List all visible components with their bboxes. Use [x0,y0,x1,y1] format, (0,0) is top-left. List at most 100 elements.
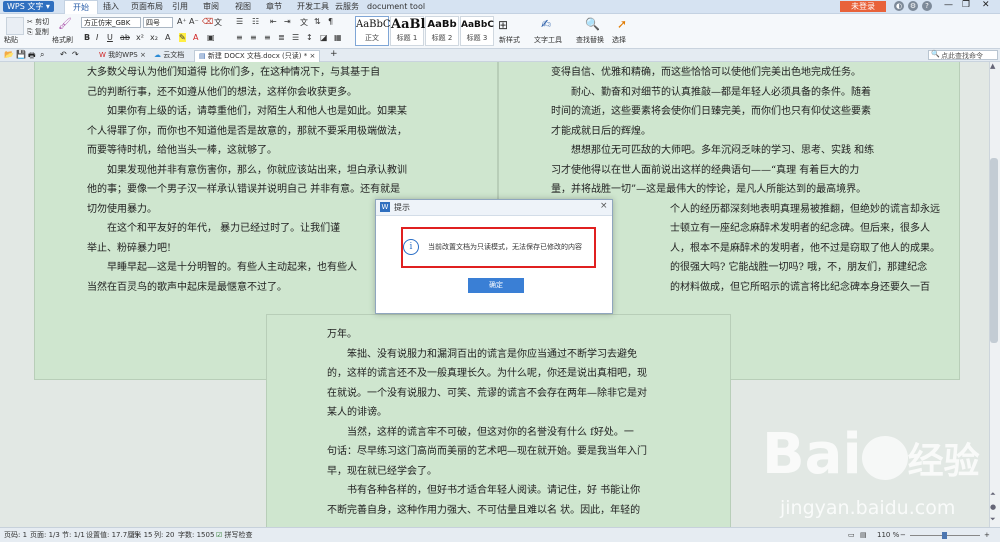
grow-font-icon[interactable]: A⁺ [177,17,187,26]
font-size-select[interactable]: 四号 [143,17,173,28]
char-border-icon[interactable]: ▣ [207,33,215,42]
open-folder-icon[interactable]: 📂 [4,50,14,59]
text-tools-icon[interactable]: ✍ [541,17,551,31]
tab-insert[interactable]: 插入 [103,0,119,13]
align-center-icon[interactable]: ≡ [250,33,257,42]
skin-icon[interactable]: ◐ [894,1,904,11]
subscript-icon[interactable]: x₂ [150,33,158,42]
shading-icon[interactable]: ◪ [320,33,328,42]
find-replace-button[interactable]: 查找替换 [576,35,604,45]
align-right-icon[interactable]: ≡ [264,33,271,42]
copy-button[interactable]: ⎘ 复制 [27,27,49,37]
font-family-select[interactable]: 方正仿宋_GBK [81,17,141,28]
zoom-in-icon[interactable]: + [984,528,990,542]
find-replace-icon[interactable]: 🔍 [585,17,600,31]
status-spell-check[interactable]: ☑ 拼写检查 [216,528,253,542]
tab-chapter[interactable]: 章节 [266,0,282,13]
new-style-button[interactable]: 新样式 [499,35,520,45]
tab-cloud-doc[interactable]: ☁ 云文档 [150,50,188,61]
new-tab-icon[interactable]: + [330,49,338,59]
style-heading-1[interactable]: AaBl 标题 1 [390,16,425,46]
redo-icon[interactable]: ↷ [72,50,79,59]
bold-icon[interactable]: B [84,33,90,42]
status-section: 节: 1/1 [62,531,85,539]
view-page-icon[interactable]: ▭ [848,528,855,542]
sort-icon[interactable]: ⇅ [314,17,321,26]
style-normal[interactable]: AaBbC 正文 [355,16,391,46]
login-button[interactable]: 未登录 [840,1,886,12]
text-line: 耐心、勤奋和对细节的认真推敲—都是年轻人必须具备的条件。随着 [551,86,871,98]
select-icon[interactable]: ➚ [617,17,627,31]
tab-review[interactable]: 审阅 [203,0,219,13]
save-icon[interactable]: 💾 [16,50,26,59]
status-pages[interactable]: 页面: 1/3 [30,528,60,542]
dialog-close-icon[interactable]: × [600,201,608,211]
style-gallery-more-icon[interactable]: ⊞ [498,18,508,32]
ok-button[interactable]: 确定 [468,278,524,293]
border-icon[interactable]: ▦ [334,33,342,42]
tab-developer[interactable]: 开发工具 [297,0,329,13]
font-color-icon[interactable]: A [193,33,198,42]
scrollbar-thumb[interactable] [990,158,998,343]
align-left-icon[interactable]: ≡ [236,33,243,42]
tab-document-tool[interactable]: document tool [367,0,425,13]
maximize-icon[interactable]: ❐ [962,0,970,10]
superscript-icon[interactable]: x² [136,33,144,42]
status-word-count[interactable]: 字数: 1505 [178,528,214,542]
increase-indent-icon[interactable]: ⇥ [284,17,291,26]
tab-current-document[interactable]: ▤ 新建 DOCX 文档.docx (只读) * × [194,50,321,62]
minimize-icon[interactable]: — [944,0,953,10]
close-icon[interactable]: ✕ [982,0,990,10]
select-button[interactable]: 选择 [612,35,626,45]
style-heading-2[interactable]: AaBb 标题 2 [425,16,459,46]
bullet-list-icon[interactable]: ☰ [236,17,243,26]
page-bottom[interactable]: 万年。 笨拙、没有说服力和漏洞百出的谎言是你应当通过不断学习去避免 的，这样的谎… [266,314,731,527]
doc-icon: ▤ [199,52,206,60]
view-web-icon[interactable]: ▤ [860,528,867,542]
zoom-out-icon[interactable]: − [900,528,906,542]
tab-home[interactable]: 开始 [64,0,98,14]
format-painter-button[interactable]: 格式刷 [52,35,73,45]
text-line: 如果你有上级的话，请尊重他们，对陌生人和他人也是如此。如果某 [87,106,407,117]
print-preview-icon[interactable]: ⌕ [40,50,44,60]
help-icon[interactable]: ? [922,1,932,11]
numbered-list-icon[interactable]: ☷ [252,17,259,26]
settings-icon[interactable]: ⚙ [908,1,918,11]
cut-button[interactable]: ✂ 剪切 [27,17,49,27]
close-tab-icon[interactable]: × [309,52,315,60]
scroll-up-icon[interactable]: ▲ [990,62,995,70]
tab-references[interactable]: 引用 [172,0,188,13]
italic-icon[interactable]: I [96,33,98,42]
distribute-icon[interactable]: ☰ [292,33,299,42]
line-spacing-icon[interactable]: ↕ [306,33,313,42]
dialog-title-bar: W 提示 × [376,200,612,216]
tab-my-wps[interactable]: W 我的WPS × [95,50,150,61]
close-tab-icon[interactable]: × [140,51,146,59]
paste-button[interactable]: 粘贴 [4,35,18,45]
format-painter-icon[interactable]: 🖌 [58,17,72,30]
highlight-icon[interactable]: ✎ [179,33,186,42]
text-tools-button[interactable]: 文字工具 [534,35,562,45]
zoom-slider-handle[interactable] [942,532,947,539]
clear-format-icon[interactable]: ⌫ [202,17,213,26]
paste-icon[interactable] [6,17,24,35]
text-line: 在这个和平友好的年代， 暴力已经过时了。让我们谨 [87,223,341,234]
justify-icon[interactable]: ≣ [278,33,285,42]
decrease-indent-icon[interactable]: ⇤ [270,17,277,26]
tab-view[interactable]: 视图 [235,0,251,13]
prompt-dialog: W 提示 × i 当前改置文档为只读模式，无法保存已修改的内容 确定 [375,199,613,314]
tab-page-layout[interactable]: 页面布局 [131,0,163,13]
underline-icon[interactable]: U [107,33,113,42]
text-effect-icon[interactable]: A [165,33,170,42]
show-marks-icon[interactable]: ¶ [328,17,333,26]
phonetic-icon[interactable]: 文 [214,17,222,28]
strikethrough-icon[interactable]: ab [120,33,130,42]
shrink-font-icon[interactable]: A⁻ [189,17,199,26]
tab-cloud-service[interactable]: 云服务 [335,0,359,13]
wps-app-menu[interactable]: WPS 文字 ▾ [3,1,54,12]
zoom-level[interactable]: 110 % [877,528,899,542]
style-sample: AaBb [427,19,457,30]
chinese-layout-icon[interactable]: 文 [300,17,308,28]
undo-icon[interactable]: ↶ [60,50,67,59]
style-heading-3[interactable]: AaBbC 标题 3 [460,16,494,46]
